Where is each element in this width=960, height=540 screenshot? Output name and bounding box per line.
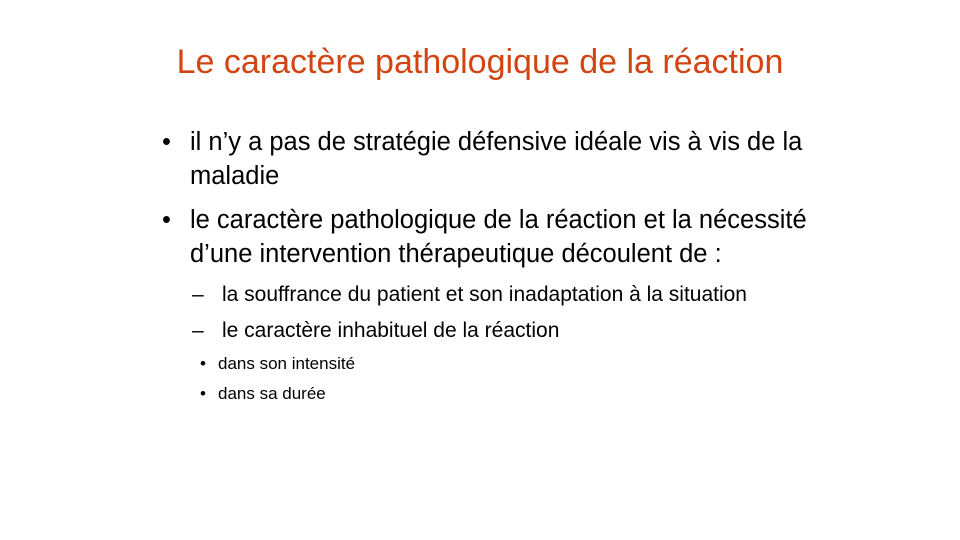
bullet-icon: • <box>162 206 171 234</box>
slide: Le caractère pathologique de la réaction… <box>0 0 960 540</box>
sub-sub-bullet-list: • dans son intensité • dans sa durée <box>160 353 820 405</box>
sub-bullet-list: – la souffrance du patient et son inadap… <box>160 281 820 345</box>
sub-bullet-item: – la souffrance du patient et son inadap… <box>188 281 820 309</box>
bullet-list: • il n’y a pas de stratégie défensive id… <box>160 125 820 271</box>
sub-sub-bullet-item: • dans son intensité <box>198 353 820 375</box>
bullet-icon: • <box>200 384 206 403</box>
sub-bullet-text: la souffrance du patient et son inadapta… <box>222 283 747 306</box>
slide-content: • il n’y a pas de stratégie défensive id… <box>160 125 820 413</box>
bullet-icon: • <box>200 354 206 373</box>
sub-sub-bullet-text: dans sa durée <box>218 384 326 403</box>
bullet-item: • il n’y a pas de stratégie défensive id… <box>160 125 820 193</box>
bullet-icon: • <box>162 128 171 156</box>
bullet-text: il n’y a pas de stratégie défensive idéa… <box>190 128 803 190</box>
dash-icon: – <box>192 319 204 342</box>
sub-bullet-text: le caractère inhabituel de la réaction <box>222 319 560 342</box>
sub-sub-bullet-text: dans son intensité <box>218 354 356 373</box>
sub-sub-bullet-item: • dans sa durée <box>198 383 820 405</box>
sub-bullet-item: – le caractère inhabituel de la réaction <box>188 317 820 345</box>
bullet-item: • le caractère pathologique de la réacti… <box>160 203 820 271</box>
slide-title: Le caractère pathologique de la réaction <box>176 43 784 81</box>
bullet-text: le caractère pathologique de la réaction… <box>190 206 807 268</box>
dash-icon: – <box>192 283 204 306</box>
